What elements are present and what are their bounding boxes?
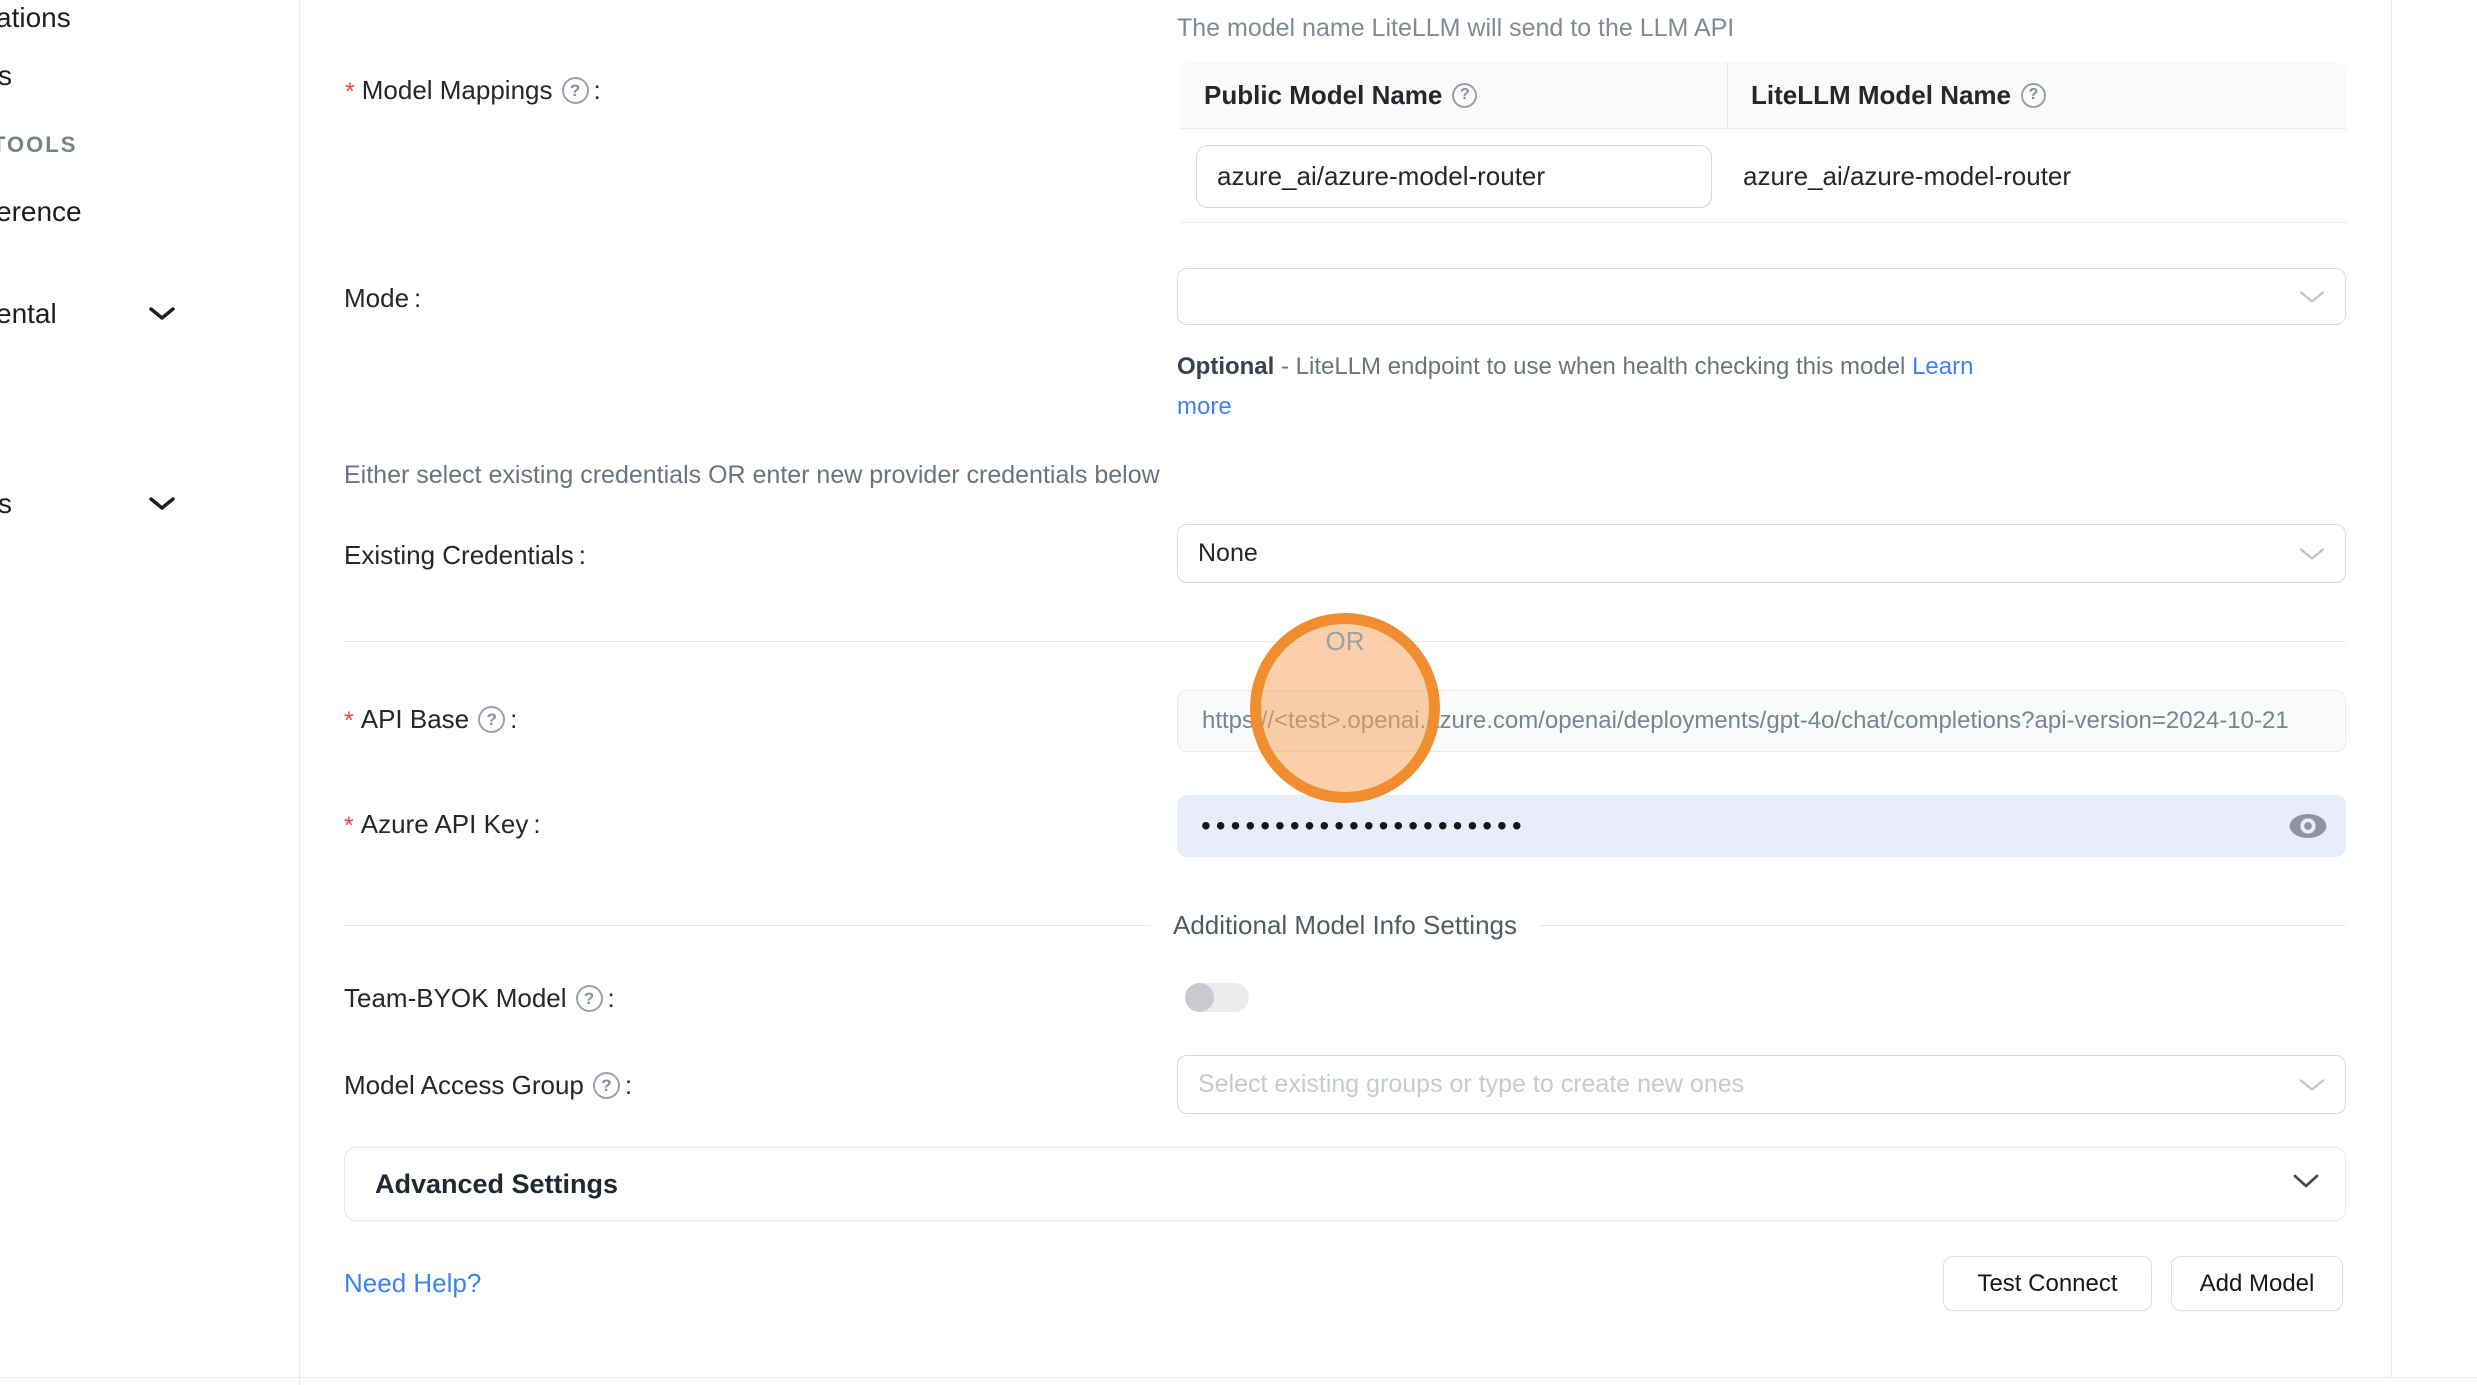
chevron-down-icon — [2299, 1070, 2325, 1099]
azure-api-key-input[interactable] — [1177, 795, 2346, 857]
sidebar-section-tools: TOOLS — [0, 132, 77, 158]
mode-select[interactable] — [1177, 268, 2346, 325]
required-asterisk: * — [344, 703, 354, 736]
sidebar-item-organizations[interactable]: ations — [0, 2, 71, 34]
help-icon[interactable]: ? — [593, 1072, 620, 1099]
advanced-settings-panel[interactable]: Advanced Settings — [344, 1147, 2346, 1221]
column-divider — [1727, 62, 1728, 129]
sidebar-item-api-reference[interactable]: erence — [0, 196, 82, 228]
existing-credentials-label: Existing Credentials : — [344, 540, 586, 571]
chevron-down-icon — [2299, 539, 2325, 568]
chevron-down-icon[interactable] — [148, 496, 176, 517]
mode-hint: Optional - LiteLLM endpoint to use when … — [1177, 347, 2007, 427]
sidebar-item-experimental[interactable]: ental — [0, 298, 57, 330]
model-access-group-select[interactable]: Select existing groups or type to create… — [1177, 1055, 2346, 1114]
chevron-down-icon — [2293, 1174, 2319, 1194]
help-icon[interactable]: ? — [1452, 83, 1477, 108]
mode-label: Mode : — [344, 283, 421, 314]
card-left-border — [299, 0, 300, 1385]
table-header-row: Public Model Name ? LiteLLM Model Name ? — [1180, 62, 2347, 129]
additional-settings-divider: Additional Model Info Settings — [344, 912, 2346, 938]
model-mappings-table: Public Model Name ? LiteLLM Model Name ?… — [1180, 62, 2347, 223]
test-connect-button[interactable]: Test Connect — [1943, 1256, 2152, 1311]
model-name-hint: The model name LiteLLM will send to the … — [1177, 14, 1734, 43]
sidebar-item-teams[interactable]: s — [0, 60, 12, 92]
th-public-model-name: Public Model Name ? — [1180, 62, 1727, 128]
model-access-group-label: Model Access Group ? : — [344, 1070, 632, 1101]
chevron-down-icon — [2299, 282, 2325, 311]
add-model-button[interactable]: Add Model — [2171, 1256, 2343, 1311]
select-placeholder: Select existing groups or type to create… — [1198, 1070, 1744, 1099]
required-asterisk: * — [344, 808, 354, 841]
help-icon[interactable]: ? — [576, 985, 603, 1012]
help-icon[interactable]: ? — [478, 706, 505, 733]
required-asterisk: * — [345, 74, 355, 107]
toggle-knob — [1185, 983, 1214, 1012]
existing-credentials-select[interactable]: None — [1177, 524, 2346, 583]
sidebar-item-settings[interactable]: s — [0, 488, 12, 520]
card-right-border — [2391, 0, 2392, 1378]
need-help-link[interactable]: Need Help? — [344, 1268, 481, 1299]
team-byok-label: Team-BYOK Model ? : — [344, 983, 615, 1014]
help-icon[interactable]: ? — [562, 77, 589, 104]
card-bottom-border — [0, 1377, 2477, 1378]
advanced-settings-label: Advanced Settings — [375, 1169, 618, 1200]
table-row: azure_ai/azure-model-router — [1180, 129, 2347, 223]
litellm-model-name-value: azure_ai/azure-model-router — [1743, 129, 2071, 223]
eye-icon[interactable] — [2288, 806, 2328, 851]
credentials-hint: Either select existing credentials OR en… — [344, 461, 1160, 490]
azure-api-key-label: * Azure API Key : — [344, 808, 541, 841]
api-base-label: * API Base ? : — [344, 703, 517, 736]
help-icon[interactable]: ? — [2021, 83, 2046, 108]
chevron-down-icon[interactable] — [148, 306, 176, 327]
public-model-name-input[interactable] — [1196, 145, 1712, 208]
or-divider: OR — [344, 628, 2346, 654]
th-litellm-model-name: LiteLLM Model Name ? — [1727, 62, 2046, 128]
team-byok-toggle[interactable] — [1185, 983, 1249, 1012]
model-mappings-label: * Model Mappings ? : — [345, 74, 601, 107]
